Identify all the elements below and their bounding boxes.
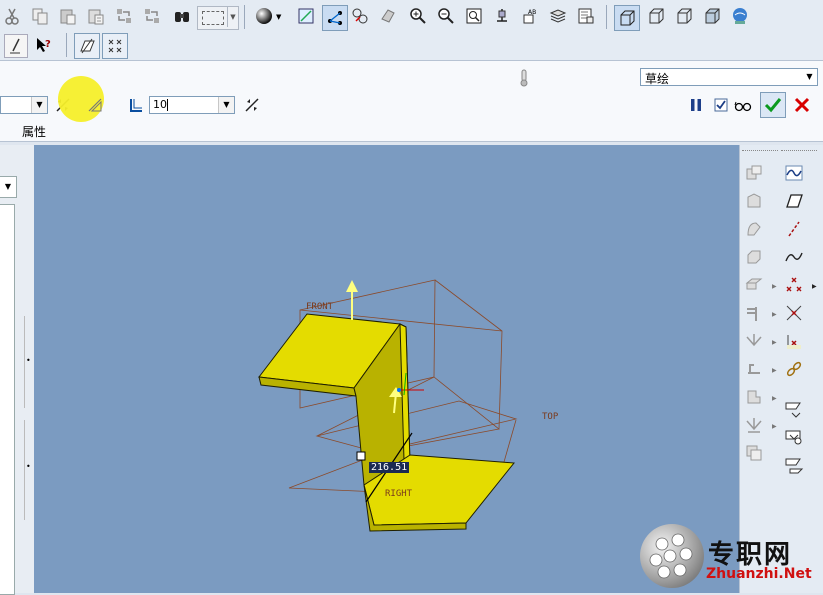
cross-points-icon[interactable] — [783, 302, 805, 324]
sketch-icon[interactable] — [783, 162, 805, 184]
spin-center-icon[interactable] — [492, 6, 512, 26]
dashed-line-icon[interactable] — [783, 218, 805, 240]
thermometer-icon — [514, 68, 534, 88]
copy-icon[interactable] — [30, 6, 50, 26]
zoom-out-icon[interactable] — [436, 6, 456, 26]
refit-icon[interactable] — [464, 6, 484, 26]
named-views-icon[interactable]: AB — [520, 6, 540, 26]
plane-display-icon[interactable] — [378, 6, 398, 26]
cut-icon[interactable] — [2, 6, 22, 26]
context-help-icon[interactable]: ? — [34, 35, 54, 55]
confirm-button[interactable] — [760, 92, 786, 118]
pause-icon[interactable] — [686, 95, 706, 115]
view-1-icon[interactable] — [783, 398, 805, 420]
splitter-handle-2[interactable]: • — [24, 420, 33, 520]
shaded-icon[interactable] — [702, 6, 722, 26]
datum-label-front: FRONT — [306, 302, 334, 312]
regenerate-manager-icon[interactable] — [142, 6, 162, 26]
chain-icon[interactable] — [783, 358, 805, 380]
sketch-tool-icon[interactable] — [4, 34, 28, 58]
gray-tool-11-icon[interactable] — [743, 442, 765, 464]
gray-tool-7-icon[interactable] — [743, 330, 765, 352]
shading-dropdown-icon[interactable]: ▼ — [276, 13, 281, 21]
no-hidden-icon[interactable] — [674, 6, 694, 26]
plane-tool-icon[interactable] — [74, 33, 100, 59]
datum-label-top: TOP — [542, 412, 559, 422]
thickness-icon — [126, 95, 146, 115]
svg-text:?: ? — [45, 39, 51, 50]
paste-icon[interactable] — [58, 6, 78, 26]
view-2-icon[interactable] — [783, 426, 805, 448]
layers-icon[interactable] — [548, 6, 568, 26]
help-web-icon[interactable] — [730, 6, 750, 26]
wireframe-icon[interactable] — [614, 5, 640, 31]
hidden-line-icon[interactable] — [646, 6, 666, 26]
datum-label-right: RIGHT — [385, 489, 413, 499]
parallelogram-icon[interactable] — [783, 190, 805, 212]
coordinate-icon[interactable] — [783, 330, 805, 352]
datum-display-icon[interactable] — [350, 6, 370, 26]
gray-tool-6-icon[interactable] — [743, 302, 765, 324]
chevron-down-icon: ▼ — [802, 69, 817, 85]
model-tree-list — [0, 204, 15, 595]
chevron-down-icon: ▼ — [31, 97, 47, 113]
model-tree-combo[interactable]: ▼ — [0, 176, 17, 198]
select-box-icon[interactable]: ▼ — [197, 6, 239, 30]
gray-tool-4-icon[interactable] — [743, 246, 765, 268]
flip-thickness-icon[interactable] — [242, 95, 262, 115]
watermark-url-text: Zhuanzhi.Net — [706, 566, 812, 582]
paste-special-icon[interactable] — [86, 6, 106, 26]
text-caret — [167, 99, 168, 111]
glasses-icon[interactable] — [733, 95, 753, 115]
gray-tool-8-icon[interactable] — [743, 358, 765, 380]
zoom-in-icon[interactable] — [408, 6, 428, 26]
points-icon[interactable] — [783, 274, 805, 296]
gray-tool-2-icon[interactable] — [743, 190, 765, 212]
dimension-value[interactable]: 216.51 — [369, 462, 410, 473]
sketch-orient-icon[interactable] — [322, 5, 348, 31]
model-tree-icon[interactable] — [576, 6, 596, 26]
splitter-handle[interactable]: • — [24, 316, 33, 408]
gray-tool-9-icon[interactable] — [743, 386, 765, 408]
mode-select[interactable]: 草绘 ▼ — [640, 68, 818, 86]
graphics-viewport[interactable]: FRONT TOP RIGHT 216.51 — [34, 145, 739, 593]
gray-tool-5-icon[interactable] — [743, 274, 765, 296]
spline-icon[interactable] — [783, 246, 805, 268]
chevron-down-icon: ▼ — [218, 97, 234, 113]
preview-checkbox[interactable] — [711, 95, 731, 115]
view-3-icon[interactable] — [783, 454, 805, 476]
tab-properties[interactable]: 属性 — [22, 123, 46, 140]
gray-tool-1-icon[interactable] — [743, 162, 765, 184]
find-icon[interactable] — [172, 6, 192, 26]
watermark-logo-icon — [640, 524, 704, 588]
regenerate-icon[interactable] — [114, 6, 134, 26]
reference-combo[interactable]: ▼ — [0, 96, 48, 114]
model-drawing — [258, 279, 518, 532]
thickness-input[interactable]: 10 ▼ — [149, 96, 235, 114]
thicken-side-icon[interactable] — [85, 95, 105, 115]
shading-icon[interactable] — [254, 6, 274, 26]
axis-tool-icon[interactable] — [102, 33, 128, 59]
cancel-button[interactable] — [792, 95, 812, 115]
gray-tool-3-icon[interactable] — [743, 218, 765, 240]
repaint-icon[interactable] — [296, 6, 316, 26]
gray-tool-10-icon[interactable] — [743, 414, 765, 436]
direction-arrow-icon — [346, 280, 358, 292]
